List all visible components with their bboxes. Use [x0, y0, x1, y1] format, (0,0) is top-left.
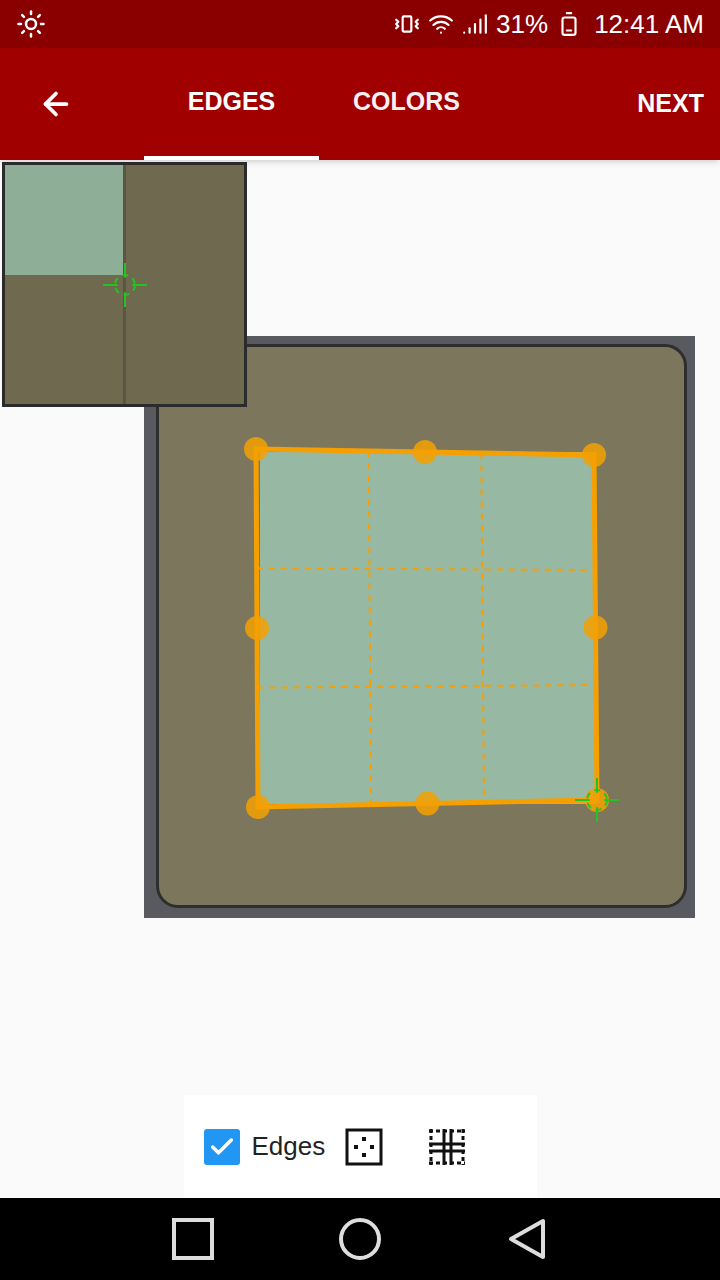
battery-level: 31%	[496, 5, 548, 44]
crop-handle[interactable]	[246, 795, 270, 819]
brightness-icon	[16, 9, 46, 39]
home-icon[interactable]	[338, 1217, 382, 1261]
crop-handle[interactable]	[582, 443, 606, 467]
photo	[144, 336, 695, 918]
tab-bar: EDGESCOLORS	[144, 48, 494, 160]
crosshair-icon	[575, 778, 619, 822]
crop-overlay[interactable]	[144, 336, 695, 918]
app: 31% 12:41 AM EDGESCOLORS NEXT Edges	[0, 0, 720, 1280]
signal-icon	[462, 11, 488, 37]
check-icon	[208, 1133, 236, 1161]
recents-icon[interactable]	[171, 1217, 215, 1261]
crop-handle[interactable]	[245, 616, 269, 640]
clock: 12:41 AM	[594, 5, 704, 44]
battery-icon	[556, 11, 582, 37]
magnifier	[2, 162, 247, 407]
app-bar: EDGESCOLORS NEXT	[0, 48, 720, 160]
status-bar: 31% 12:41 AM	[0, 0, 720, 48]
crop-handle[interactable]	[244, 437, 268, 461]
back-nav-icon[interactable]	[505, 1217, 549, 1261]
next-button[interactable]: NEXT	[621, 48, 720, 160]
back-button[interactable]	[0, 48, 112, 160]
crop-handle[interactable]	[416, 792, 440, 816]
wifi-icon	[428, 11, 454, 37]
crosshair-icon	[103, 263, 147, 307]
canvas	[0, 160, 720, 1095]
dashed-grid-icon[interactable]	[427, 1127, 467, 1167]
navigation-bar	[0, 1198, 720, 1280]
back-arrow-icon	[38, 86, 74, 122]
tab[interactable]: EDGES	[144, 48, 319, 160]
toolbar: Edges	[184, 1095, 537, 1198]
vibrate-icon	[394, 11, 420, 37]
crop-handle[interactable]	[413, 440, 437, 464]
edges-checkbox[interactable]: Edges	[204, 1127, 326, 1166]
crop-handle[interactable]	[584, 616, 608, 640]
points-grid-icon[interactable]	[345, 1128, 383, 1166]
tab[interactable]: COLORS	[319, 48, 494, 160]
